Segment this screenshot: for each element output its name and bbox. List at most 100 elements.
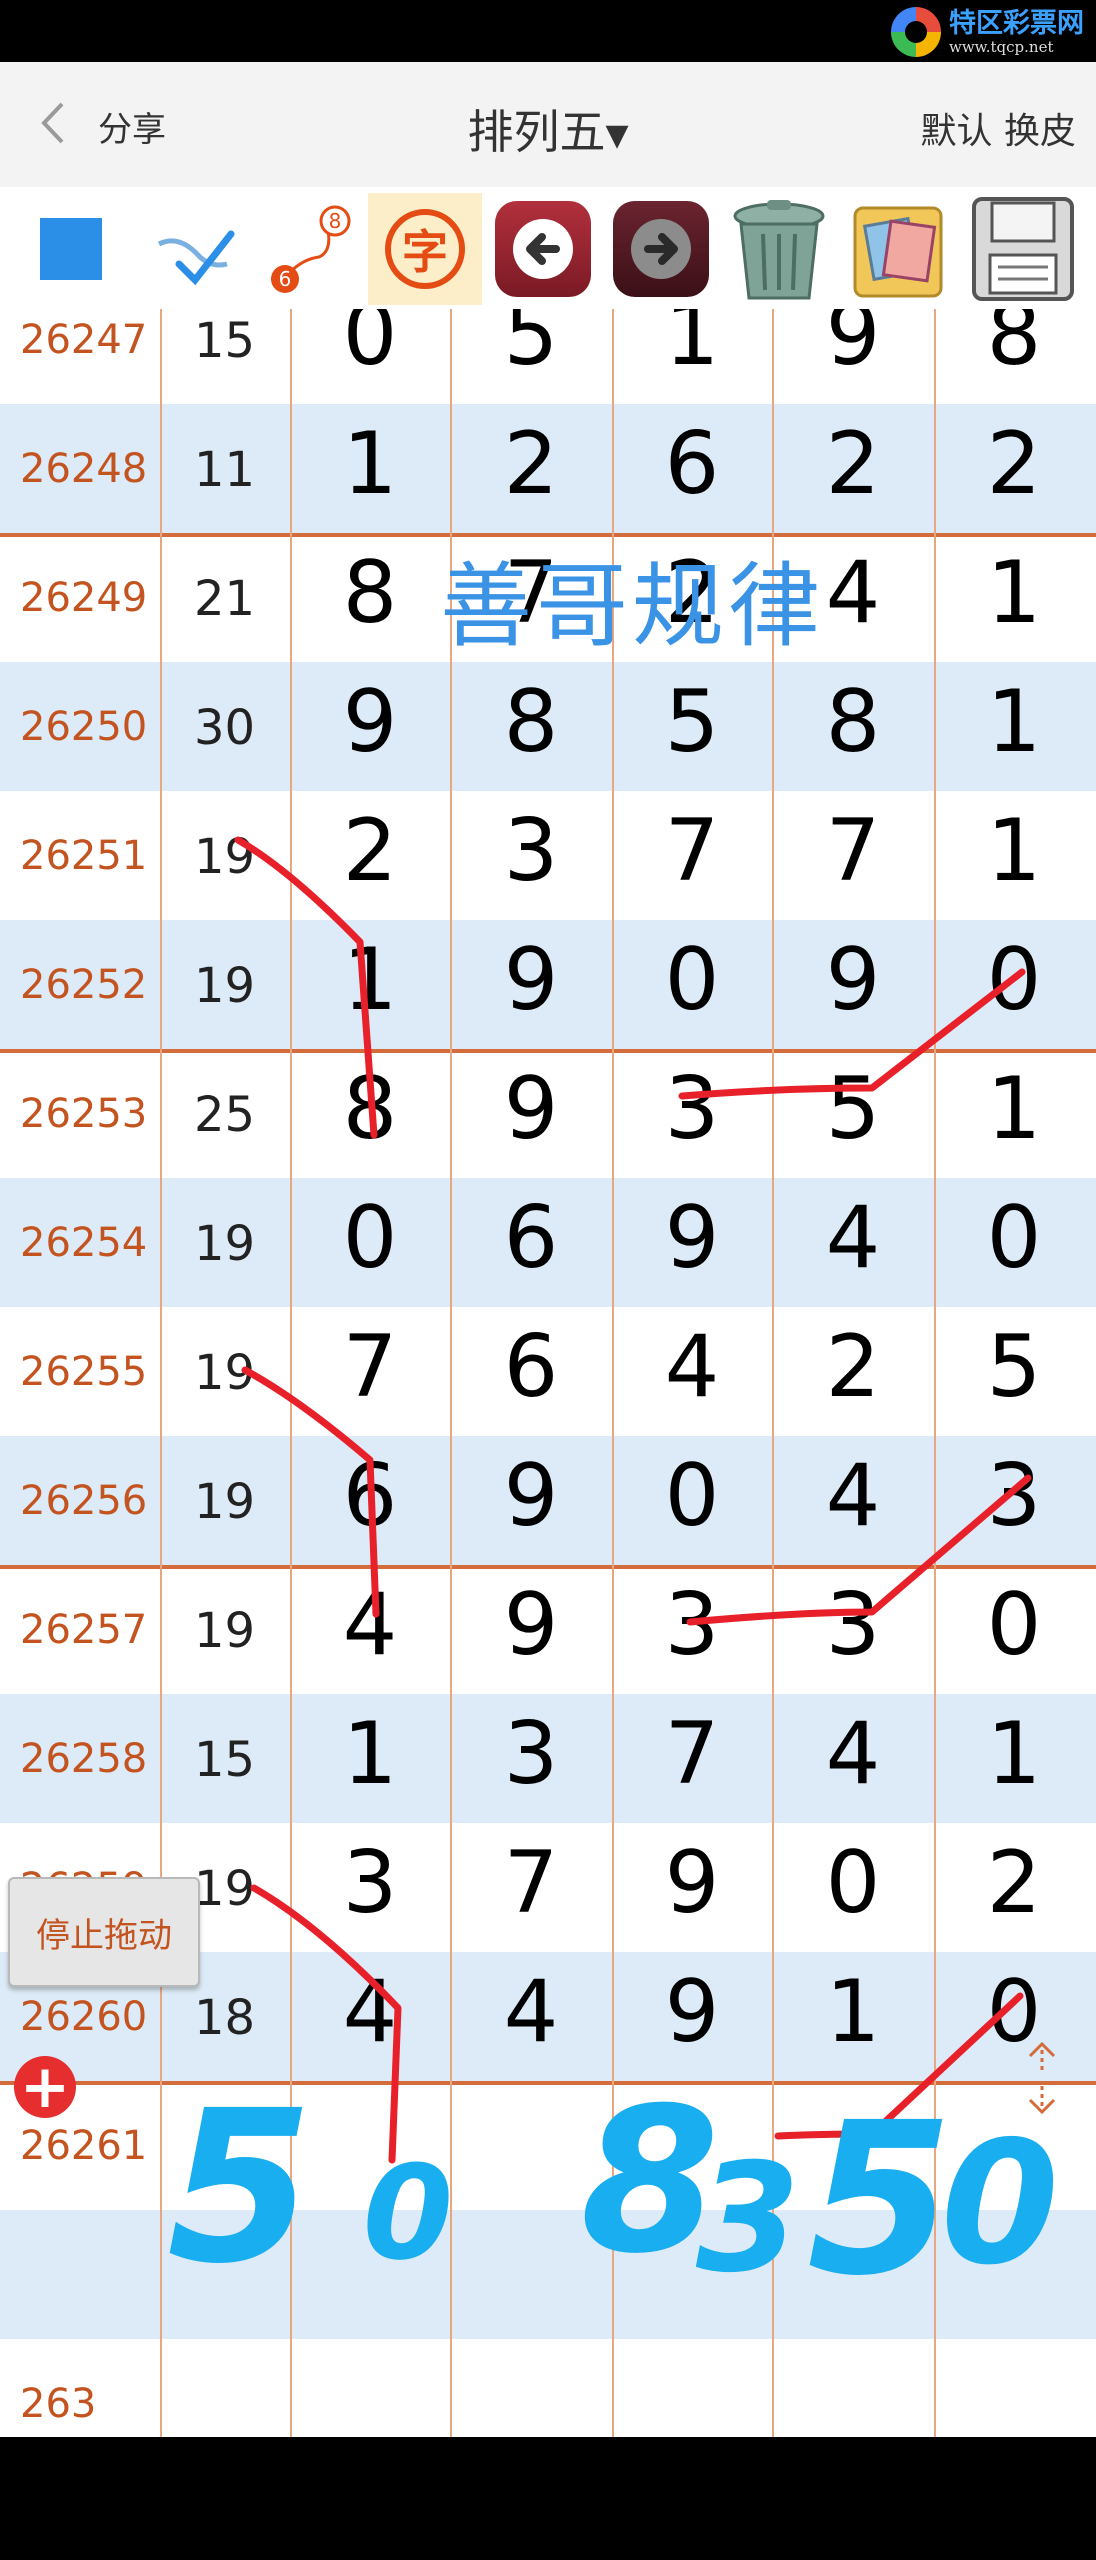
digit-cell[interactable]: 5 xyxy=(612,672,772,772)
digit-cell[interactable]: 4 xyxy=(450,1962,612,2062)
digit-cell[interactable]: 0 xyxy=(934,1575,1094,1675)
undo-button[interactable] xyxy=(486,193,600,305)
number-path-button[interactable]: 8 6 xyxy=(254,193,368,305)
redo-button[interactable] xyxy=(604,193,718,305)
table-row[interactable]: 26254 19 0 6 9 4 0 xyxy=(0,1178,1096,1307)
digit-cell[interactable]: 4 xyxy=(290,1575,450,1675)
digit-cell[interactable]: 0 xyxy=(934,1188,1094,1288)
table-row[interactable]: 26250 30 9 8 5 8 1 xyxy=(0,662,1096,791)
digit-cell[interactable]: 9 xyxy=(450,1059,612,1159)
digit-cell[interactable]: 3 xyxy=(450,1704,612,1804)
digit-cell[interactable]: 6 xyxy=(612,414,772,514)
digit-cell[interactable]: 2 xyxy=(934,1833,1094,1933)
table-row[interactable]: 26248 11 1 2 6 2 2 xyxy=(0,404,1096,537)
digit-cell[interactable]: 5 xyxy=(772,1059,934,1159)
digit-cell[interactable]: 4 xyxy=(612,1317,772,1417)
digit-cell[interactable]: 9 xyxy=(450,1575,612,1675)
stop-drag-button[interactable]: 停止拖动 xyxy=(8,1877,200,1987)
table-row[interactable]: 26247 15 0 5 1 9 8 xyxy=(0,309,1096,404)
digit-cell[interactable]: 0 xyxy=(934,930,1094,1030)
text-tool-button[interactable]: 字 xyxy=(368,193,482,305)
skin-button[interactable]: 默认 换皮 xyxy=(921,102,1076,154)
results-grid[interactable]: 26247 15 0 5 1 9 8 26248 11 1 2 6 2 2 26249 21 8 7 2 4 1 2625… xyxy=(0,309,1096,2437)
digit-cell[interactable]: 6 xyxy=(450,1317,612,1417)
digit-cell[interactable]: 3 xyxy=(772,1575,934,1675)
digit-cell[interactable]: 3 xyxy=(934,1446,1094,1546)
digit-cell[interactable]: 1 xyxy=(290,414,450,514)
digit-cell[interactable]: 5 xyxy=(450,309,612,385)
digit-cell[interactable]: 2 xyxy=(290,801,450,901)
digit-cell[interactable]: 7 xyxy=(290,1317,450,1417)
digit-cell[interactable]: 1 xyxy=(290,930,450,1030)
gallery-button[interactable] xyxy=(842,193,956,305)
digit-cell[interactable]: 1 xyxy=(934,672,1094,772)
table-row[interactable]: 26257 19 4 9 3 3 0 xyxy=(0,1565,1096,1694)
digit-cell[interactable]: 1 xyxy=(772,1962,934,2062)
digit-cell[interactable]: 4 xyxy=(772,1188,934,1288)
digit-cell[interactable]: 2 xyxy=(772,414,934,514)
digit-cell[interactable]: 8 xyxy=(934,309,1094,385)
digit-cell[interactable]: 0 xyxy=(290,309,450,385)
table-row[interactable]: 26258 15 1 3 7 4 1 xyxy=(0,1694,1096,1823)
table-row[interactable]: 26256 19 6 9 0 4 3 xyxy=(0,1436,1096,1569)
save-button[interactable] xyxy=(966,193,1080,305)
table-row[interactable] xyxy=(0,2210,1096,2339)
digit-cell[interactable]: 2 xyxy=(612,543,772,643)
digit-cell[interactable]: 9 xyxy=(612,1188,772,1288)
digit-cell[interactable]: 0 xyxy=(612,1446,772,1546)
digit-cell[interactable]: 2 xyxy=(450,414,612,514)
table-row[interactable]: 26251 19 2 3 7 7 1 xyxy=(0,791,1096,920)
digit-cell[interactable]: 4 xyxy=(772,1704,934,1804)
digit-cell[interactable]: 9 xyxy=(450,930,612,1030)
plus-circle-icon[interactable]: + xyxy=(14,2056,76,2118)
digit-cell[interactable]: 9 xyxy=(772,930,934,1030)
digit-cell[interactable]: 7 xyxy=(772,801,934,901)
digit-cell[interactable]: 1 xyxy=(934,1704,1094,1804)
digit-cell[interactable]: 3 xyxy=(290,1833,450,1933)
digit-sum: 19 xyxy=(194,958,256,1014)
table-row[interactable]: 26255 19 7 6 4 2 5 xyxy=(0,1307,1096,1436)
digit-cell[interactable]: 8 xyxy=(290,543,450,643)
digit-cell[interactable]: 3 xyxy=(612,1575,772,1675)
digit-cell[interactable]: 0 xyxy=(772,1833,934,1933)
digit-cell[interactable]: 2 xyxy=(934,414,1094,514)
digit-cell[interactable]: 9 xyxy=(612,1833,772,1933)
digit-cell[interactable]: 5 xyxy=(934,1317,1094,1417)
pen-tool-button[interactable] xyxy=(140,193,254,305)
digit-cell[interactable]: 1 xyxy=(934,1059,1094,1159)
vertical-resize-icon[interactable] xyxy=(1022,2040,1062,2116)
digit-cell[interactable]: 7 xyxy=(612,801,772,901)
digit-cell[interactable]: 4 xyxy=(772,543,934,643)
digit-cell[interactable]: 9 xyxy=(290,672,450,772)
digit-cell[interactable]: 4 xyxy=(290,1962,450,2062)
digit-cell[interactable]: 7 xyxy=(612,1704,772,1804)
digit-cell[interactable]: 8 xyxy=(450,672,612,772)
table-row[interactable]: 263 xyxy=(0,2339,1096,2437)
delete-button[interactable] xyxy=(722,193,836,305)
color-picker-button[interactable] xyxy=(14,193,128,305)
digit-cell[interactable]: 0 xyxy=(612,930,772,1030)
digit-cell[interactable]: 9 xyxy=(772,309,934,385)
digit-cell[interactable]: 0 xyxy=(290,1188,450,1288)
digit-cell[interactable]: 6 xyxy=(290,1446,450,1546)
digit-cell[interactable]: 3 xyxy=(450,801,612,901)
digit-cell[interactable]: 0 xyxy=(934,1962,1094,2062)
digit-cell[interactable]: 1 xyxy=(934,801,1094,901)
table-row[interactable]: 26249 21 8 7 2 4 1 xyxy=(0,533,1096,662)
digit-cell[interactable]: 4 xyxy=(772,1446,934,1546)
digit-cell[interactable]: 8 xyxy=(290,1059,450,1159)
digit-cell[interactable]: 9 xyxy=(450,1446,612,1546)
digit-cell[interactable]: 6 xyxy=(450,1188,612,1288)
digit-cell[interactable]: 3 xyxy=(612,1059,772,1159)
digit-cell[interactable]: 8 xyxy=(772,672,934,772)
digit-cell[interactable]: 1 xyxy=(290,1704,450,1804)
table-row[interactable]: 26252 19 1 9 0 9 0 xyxy=(0,920,1096,1053)
digit-cell[interactable]: 7 xyxy=(450,543,612,643)
digit-cell[interactable]: 2 xyxy=(772,1317,934,1417)
digit-cell[interactable]: 1 xyxy=(934,543,1094,643)
digit-cell[interactable]: 7 xyxy=(450,1833,612,1933)
digit-cell[interactable]: 9 xyxy=(612,1962,772,2062)
table-row[interactable]: 26253 25 8 9 3 5 1 xyxy=(0,1049,1096,1178)
table-row[interactable]: 26261 xyxy=(0,2081,1096,2210)
digit-cell[interactable]: 1 xyxy=(612,309,772,385)
